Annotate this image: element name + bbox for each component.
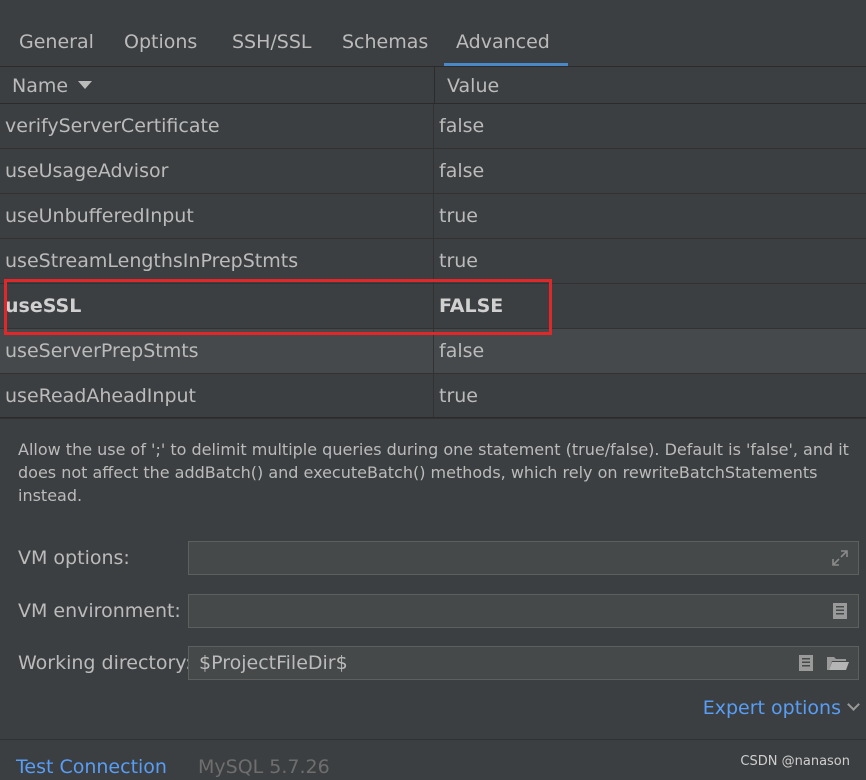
footer-divider [0, 739, 866, 740]
column-divider[interactable] [434, 67, 435, 103]
expert-options-label: Expert options [702, 697, 841, 719]
table-row[interactable]: useStreamLengthsInPrepStmts true [0, 239, 866, 284]
chevron-down-icon [847, 698, 860, 711]
property-value[interactable]: false [439, 104, 484, 148]
property-name: useReadAheadInput [5, 385, 197, 407]
vm-options-field[interactable] [188, 541, 859, 575]
table-header: Name Value [0, 67, 866, 104]
column-header-name-label: Name [12, 75, 69, 97]
property-value[interactable]: true [439, 239, 478, 283]
property-name: useUsageAdvisor [5, 160, 169, 182]
cell-divider [433, 149, 434, 193]
table-row[interactable]: useReadAheadInput true [0, 374, 866, 419]
expand-icon[interactable] [830, 548, 850, 568]
properties-table: Name Value verifyServerCertificate false… [0, 67, 866, 419]
vm-environment-label: VM environment: [18, 600, 181, 622]
cell-divider [433, 374, 434, 418]
cell-divider [433, 194, 434, 238]
tab-options[interactable]: Options [124, 28, 197, 66]
property-name: useServerPrepStmts [5, 340, 199, 362]
table-row[interactable]: useUnbufferedInput true [0, 194, 866, 239]
property-value[interactable]: FALSE [439, 284, 503, 328]
expert-options-link[interactable]: Expert options [702, 693, 860, 723]
document-icon[interactable] [830, 601, 850, 621]
table-row[interactable]: verifyServerCertificate false [0, 104, 866, 149]
table-row-selected[interactable]: useServerPrepStmts false [0, 329, 866, 374]
vm-options-label: VM options: [18, 547, 130, 569]
cell-divider [433, 104, 434, 148]
table-bottom-border [0, 417, 866, 418]
tab-schemas[interactable]: Schemas [342, 28, 428, 66]
working-directory-label: Working directory: [18, 652, 192, 674]
property-name: useUnbufferedInput [5, 205, 194, 227]
tab-bar: General Options SSH/SSL Schemas Advanced [0, 0, 866, 67]
property-value[interactable]: false [439, 149, 484, 193]
sort-descending-icon[interactable] [78, 81, 93, 89]
tab-general[interactable]: General [19, 28, 94, 66]
table-row-modified[interactable]: useSSL FALSE [0, 284, 866, 329]
property-value[interactable]: true [439, 194, 478, 238]
test-connection-link[interactable]: Test Connection [16, 754, 167, 780]
working-directory-field[interactable]: $ProjectFileDir$ [188, 646, 859, 680]
cell-divider [433, 239, 434, 283]
watermark-text: CSDN @nanason [740, 754, 850, 769]
table-row[interactable]: useUsageAdvisor false [0, 149, 866, 194]
property-name: useStreamLengthsInPrepStmts [5, 250, 299, 272]
property-value[interactable]: true [439, 374, 478, 418]
driver-version-label: MySQL 5.7.26 [198, 756, 330, 778]
folder-icon[interactable] [826, 653, 850, 673]
column-header-value[interactable]: Value [447, 67, 499, 103]
working-directory-value: $ProjectFileDir$ [199, 652, 348, 674]
cell-divider [433, 329, 434, 373]
property-value[interactable]: false [439, 329, 484, 373]
document-icon[interactable] [796, 653, 816, 673]
property-name: useSSL [5, 295, 82, 317]
tab-ssh-ssl[interactable]: SSH/SSL [232, 28, 312, 66]
vm-environment-field[interactable] [188, 594, 859, 628]
property-description: Allow the use of ';' to delimit multiple… [18, 440, 849, 505]
cell-divider [433, 284, 434, 328]
property-name: verifyServerCertificate [5, 115, 220, 137]
tab-advanced[interactable]: Advanced [444, 28, 568, 66]
column-header-name[interactable]: Name [12, 67, 93, 103]
